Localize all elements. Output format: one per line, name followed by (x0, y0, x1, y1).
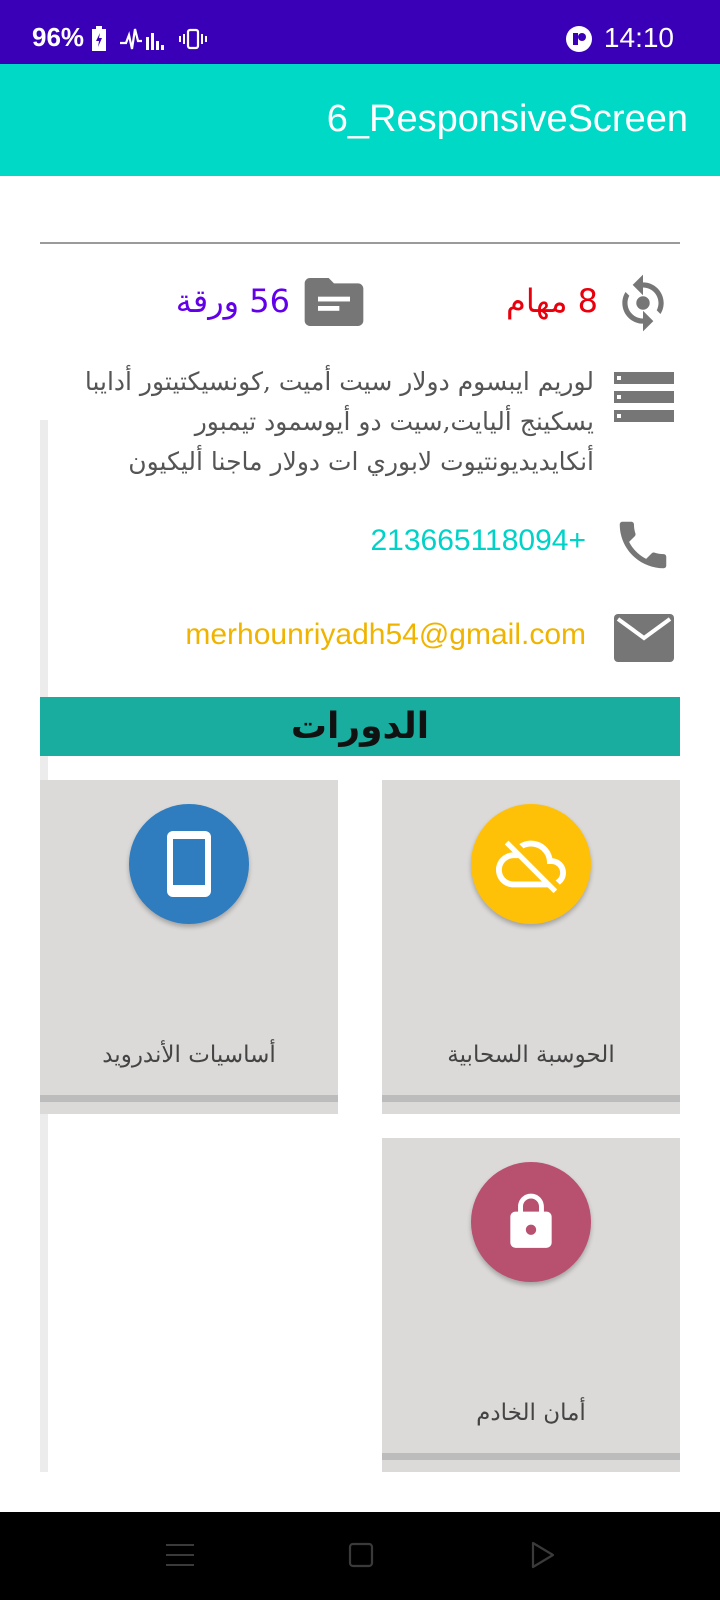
card-bottom-bar (382, 1095, 680, 1102)
course-label: أساسيات الأندرويد (102, 1042, 276, 1068)
status-icons (92, 26, 207, 51)
course-card-server-security[interactable]: أمان الخادم (382, 1138, 680, 1472)
course-icon-circle (471, 1162, 591, 1282)
phone-icon (619, 521, 667, 569)
back-nav-icon[interactable] (530, 1540, 556, 1570)
course-label: الحوسبة السحابية (447, 1042, 615, 1068)
notification-app-icon (566, 26, 592, 52)
folder-icon (304, 278, 364, 326)
clock: 14:10 (603, 22, 674, 53)
list-icon (614, 372, 674, 422)
signal-icon (120, 28, 164, 50)
app-title: 6_ResponsiveScreen (326, 98, 688, 140)
cloud-off-icon (496, 840, 566, 894)
navigation-bar (0, 1512, 720, 1600)
course-card-cloud[interactable]: الحوسبة السحابية (382, 780, 680, 1114)
divider (40, 242, 680, 244)
sync-icon (622, 274, 664, 332)
courses-title: الدورات (290, 706, 430, 747)
lock-icon (510, 1193, 552, 1248)
phone-number[interactable]: 213665118094+ (370, 524, 586, 558)
card-bottom-bar (40, 1095, 338, 1102)
status-bar: 96% 14:10 (0, 0, 720, 64)
email-icon (614, 614, 674, 662)
description-text: لوريم ايبسوم دولار سيت أميت ,كونسيكتيتور… (84, 367, 594, 476)
course-card-android[interactable]: أساسيات الأندرويد (40, 780, 338, 1114)
app-bar: 6_ResponsiveScreen (0, 64, 720, 176)
course-icon-circle (471, 804, 591, 924)
smartphone-icon (167, 831, 211, 897)
battery-icon (92, 26, 106, 51)
menu-nav-icon[interactable] (166, 1542, 194, 1568)
courses-header: الدورات (40, 697, 680, 756)
course-label: أمان الخادم (476, 1400, 586, 1426)
tasks-count: 8 مهام (506, 282, 598, 320)
vibrate-icon (179, 28, 207, 50)
email-address[interactable]: merhounriyadh54@gmail.com (185, 618, 586, 652)
battery-percentage: 96% (32, 22, 85, 52)
home-nav-icon[interactable] (348, 1542, 374, 1568)
papers-count: 56 ورقة (175, 282, 290, 320)
card-bottom-bar (382, 1453, 680, 1460)
course-icon-circle (129, 804, 249, 924)
